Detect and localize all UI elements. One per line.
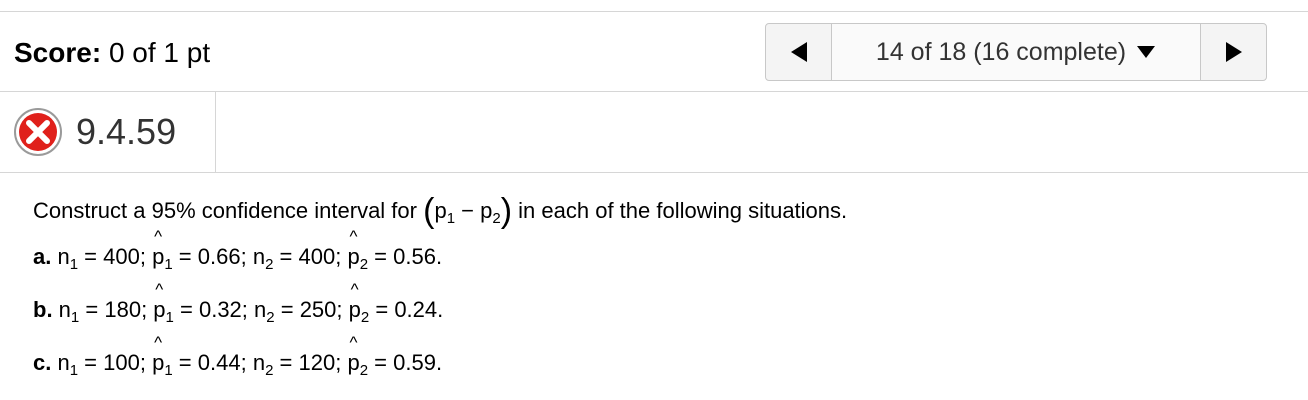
- item-letter: a.: [33, 244, 52, 269]
- previous-question-button[interactable]: [766, 24, 832, 80]
- question-number: 9.4.59: [76, 111, 177, 152]
- p2-hat-value: 0.24: [394, 297, 438, 322]
- x-circle-icon: [14, 108, 62, 156]
- p1-hat-value: 0.44: [197, 350, 241, 375]
- question-progress-text: 14 of 18 (16 complete): [875, 37, 1127, 66]
- prompt-text: Construct a 95% confidence interval for: [33, 198, 417, 223]
- situation-item: b. n1 = 180; p1 = 0.32; n2 = 250; p2 = 0…: [33, 280, 443, 326]
- p1-hat-value: 0.66: [197, 244, 241, 269]
- p1-symbol: p: [434, 198, 447, 223]
- n1-value: 100: [103, 350, 140, 375]
- n2-value: 250: [299, 297, 337, 322]
- question-navigator: 14 of 18 (16 complete): [765, 23, 1267, 81]
- n2-value: 400: [298, 244, 336, 269]
- n1-value: 400: [103, 244, 140, 269]
- n1-value: 180: [104, 297, 142, 322]
- n2-value: 120: [298, 350, 336, 375]
- p2-symbol: p: [480, 198, 493, 223]
- p2-subscript: 2: [492, 210, 501, 227]
- question-progress-dropdown[interactable]: 14 of 18 (16 complete): [832, 24, 1200, 80]
- question-header: 9.4.59: [0, 92, 216, 172]
- top-divider: [0, 11, 1308, 12]
- item-letter: b.: [33, 297, 53, 322]
- p2-hat-value: 0.59: [393, 350, 436, 375]
- score-label: Score:: [14, 37, 102, 68]
- situation-item: a. n1 = 400; p1 = 0.66; n2 = 400; p2 = 0…: [33, 227, 442, 273]
- score-value: 0 of 1 pt: [108, 37, 211, 68]
- p2-hat-value: 0.56: [393, 244, 436, 269]
- score: Score: 0 of 1 pt: [14, 36, 210, 70]
- p1-hat-value: 0.32: [198, 297, 242, 322]
- next-question-button[interactable]: [1200, 24, 1266, 80]
- prompt-text-suffix: in each of the following situations.: [518, 198, 848, 223]
- close-paren: ): [500, 192, 513, 230]
- caret-down-icon: [1137, 46, 1156, 58]
- p1-subscript: 1: [446, 210, 456, 227]
- minus-sign: −: [455, 198, 481, 223]
- content-divider: [0, 172, 1308, 173]
- situation-item: c. n1 = 100; p1 = 0.44; n2 = 120; p2 = 0…: [33, 333, 442, 379]
- open-paren: (: [423, 192, 435, 230]
- item-letter: c.: [33, 350, 52, 375]
- triangle-right-icon: [1225, 42, 1242, 62]
- triangle-left-icon: [790, 42, 807, 62]
